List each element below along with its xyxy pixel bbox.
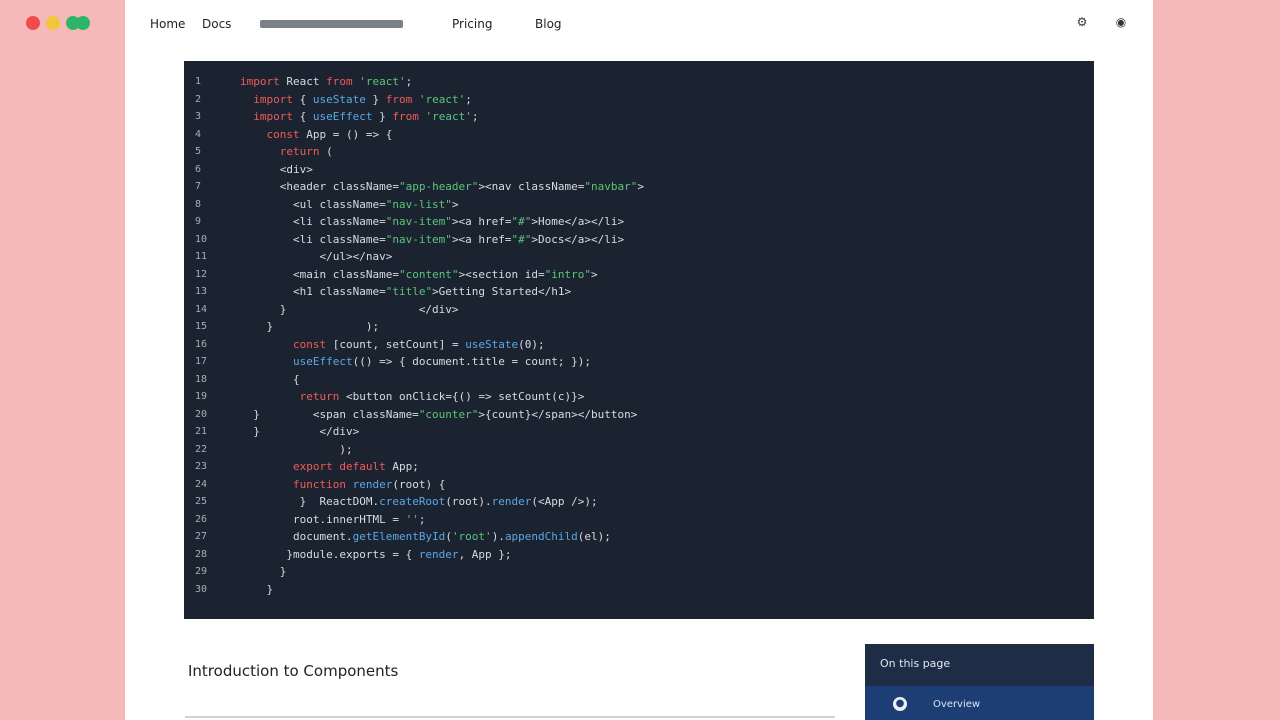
line-number: 11 <box>195 251 208 262</box>
settings-icon[interactable]: ⚙ <box>1076 16 1088 28</box>
code-text: import { useEffect } from 'react'; <box>253 110 479 123</box>
code-text: { <box>240 372 300 386</box>
code-text: <ul className="nav-list"> <box>240 197 459 211</box>
code-text: <main className="content"><section id="i… <box>240 267 598 281</box>
line-number: 20 <box>195 408 208 420</box>
line-number: 3 <box>195 111 202 122</box>
line-number: 8 <box>195 198 202 210</box>
info-icon: ● <box>893 697 907 711</box>
nav-item-pricing[interactable]: Pricing <box>452 17 492 31</box>
line-number: 28 <box>195 548 208 560</box>
code-text: document.getElementById('root').appendCh… <box>240 530 611 543</box>
code-text: } <box>240 582 274 596</box>
code-text: function render(root) { <box>292 477 446 491</box>
code-text: root.innerHTML = ''; <box>240 512 426 526</box>
line-number: 9 <box>195 216 202 227</box>
line-number: 16 <box>195 338 208 350</box>
code-text: return ( <box>279 145 333 158</box>
code-text: } <box>240 565 287 578</box>
line-number: 21 <box>195 426 208 437</box>
code-text: } ReactDOM.createRoot(root).render(<App … <box>240 495 598 508</box>
code-text: <div> <box>240 162 313 176</box>
code-text: export default App; <box>292 460 419 473</box>
line-number: 15 <box>195 321 208 332</box>
top-navigation: Home Docs Pricing Blog ⚙ ◉ <box>125 0 1153 48</box>
line-number: 10 <box>195 233 208 245</box>
code-text: } ); <box>240 320 380 333</box>
line-number: 30 <box>195 583 208 595</box>
search-bar[interactable] <box>260 20 403 28</box>
code-block: 1 import React from 'react'; 2 import { us… <box>184 61 1094 619</box>
line-number: 5 <box>195 146 202 157</box>
heading-divider <box>185 716 835 718</box>
code-text: } </div> <box>240 425 360 438</box>
code-text: } <span className="counter">{count}</spa… <box>240 407 638 421</box>
code-text: const [count, setCount] = useState(0); <box>292 337 545 351</box>
window-controls <box>26 16 90 30</box>
code-text: </ul></nav> <box>240 250 393 263</box>
code-text: <li className="nav-item"><a href="#">Doc… <box>240 232 625 246</box>
code-text: ); <box>240 442 353 456</box>
code-text: import { useState } from 'react'; <box>253 92 472 106</box>
line-number: 18 <box>195 373 208 385</box>
side-panel: On this page ● Overview <box>865 644 1094 720</box>
code-text: }module.exports = { render, App }; <box>240 547 512 561</box>
code-text: <li className="nav-item"><a href="#">Hom… <box>240 215 625 228</box>
line-number: 12 <box>195 268 208 280</box>
side-panel-title: On this page <box>880 657 951 670</box>
code-text: import React from 'react'; <box>240 75 413 88</box>
code-text: } </div> <box>240 302 459 316</box>
line-number: 4 <box>195 128 202 140</box>
page-heading: Introduction to Components <box>188 662 399 680</box>
line-number: 29 <box>195 566 208 577</box>
close-window-icon[interactable] <box>26 16 40 30</box>
side-panel-item-label: Overview <box>933 699 981 710</box>
line-number: 22 <box>195 443 208 455</box>
code-text: return <button onClick={() => setCount(c… <box>299 390 585 403</box>
line-number: 1 <box>195 76 202 87</box>
nav-item-blog[interactable]: Blog <box>535 17 562 31</box>
line-number: 6 <box>195 163 202 175</box>
code-text: const App = () => { <box>266 127 393 141</box>
minimize-window-icon[interactable] <box>46 16 60 30</box>
page: Home Docs Pricing Blog ⚙ ◉ 1 import React… <box>125 0 1153 720</box>
line-number: 17 <box>195 356 208 367</box>
line-number: 25 <box>195 496 208 507</box>
github-icon[interactable]: ◉ <box>1115 16 1127 28</box>
nav-item-home[interactable]: Home <box>150 17 185 31</box>
fullscreen-window-icon[interactable] <box>76 16 90 30</box>
line-number: 2 <box>195 93 202 105</box>
line-number: 7 <box>195 181 202 192</box>
nav-item-docs[interactable]: Docs <box>202 17 231 31</box>
side-panel-item[interactable]: ● Overview <box>865 686 1094 720</box>
line-number: 23 <box>195 461 208 472</box>
code-text: <h1 className="title">Getting Started</h… <box>240 285 572 298</box>
line-number: 13 <box>195 286 208 297</box>
code-text: <header className="app-header"><nav clas… <box>240 180 645 193</box>
line-number: 24 <box>195 478 208 490</box>
line-number: 26 <box>195 513 208 525</box>
code-text: useEffect(() => { document.title = count… <box>292 355 592 368</box>
line-number: 14 <box>195 303 208 315</box>
line-number: 27 <box>195 531 208 542</box>
line-number: 19 <box>195 391 208 402</box>
